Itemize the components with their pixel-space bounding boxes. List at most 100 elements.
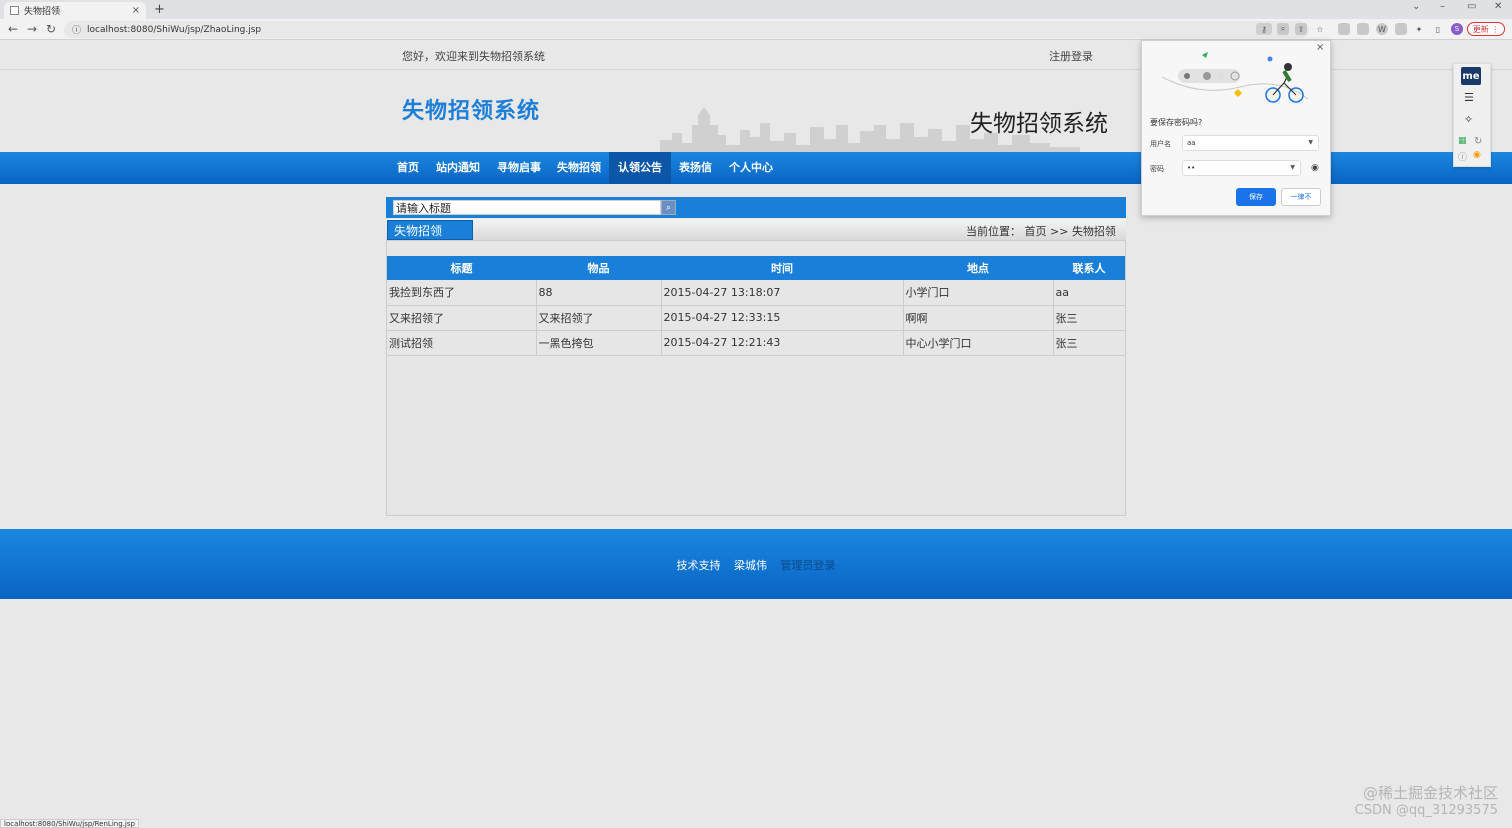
table-row[interactable]: 又来招领了 又来招领了 2015-04-27 12:33:15 啊啊 张三 (387, 305, 1125, 331)
found-items-table: 标题 物品 时间 地点 联系人 我捡到东西了 88 2015-04-27 13:… (387, 256, 1125, 356)
cell-contact: 张三 (1053, 330, 1125, 356)
tab-title: 失物招领 (24, 7, 61, 17)
password-select[interactable]: •• ▼ (1182, 160, 1301, 176)
puzzle-icon[interactable]: ✦ (1413, 23, 1425, 35)
spreadsheet-icon[interactable]: ▦ (1458, 136, 1467, 146)
admin-login-link[interactable]: 管理员登录 (781, 559, 836, 572)
search-input[interactable] (393, 200, 661, 215)
column-header-item: 物品 (536, 256, 661, 280)
never-save-button[interactable]: 一律不 (1281, 188, 1321, 206)
cell-time: 2015-04-27 12:21:43 (661, 330, 904, 356)
password-illustration (1161, 52, 1309, 103)
minimize-button[interactable]: – (1440, 1, 1445, 12)
close-window-button[interactable]: ✕ (1494, 1, 1502, 12)
welcome-text: 您好，欢迎来到失物招领系统 (402, 50, 545, 63)
update-button[interactable]: 更新 ⋮ (1467, 22, 1505, 36)
watermark: @稀土掘金技术社区 CSDN @qq_31293575 (1355, 784, 1498, 820)
wikipedia-extension-icon[interactable]: W (1376, 23, 1388, 35)
site-logo[interactable]: 失物招领系统 (402, 93, 540, 125)
reload-icon[interactable]: ↻ (46, 22, 56, 36)
me-badge[interactable]: me (1461, 67, 1481, 85)
breadcrumb: 当前位置： 首页 >> 失物招领 (966, 223, 1116, 239)
profile-avatar[interactable]: S (1451, 23, 1463, 35)
maximize-button[interactable]: ▭ (1467, 1, 1476, 12)
key-icon[interactable]: ⚷ (1256, 23, 1272, 35)
new-tab-button[interactable]: + (154, 2, 165, 17)
cell-contact: aa (1053, 280, 1125, 306)
browser-tab-bar (0, 0, 1512, 19)
show-password-icon[interactable]: ◉ (1311, 163, 1319, 173)
update-label: 更新 (1472, 24, 1489, 34)
breadcrumb-label: 当前位置： (966, 225, 1021, 238)
forward-icon[interactable]: → (27, 22, 37, 36)
site-info-icon[interactable]: ⓘ (72, 23, 81, 36)
status-bar-url: localhost:8080/ShiWu/jsp/RenLing.jsp (0, 819, 139, 828)
address-bar-row: ← → ↻ ⓘ localhost:8080/ShiWu/jsp/ZhaoLin… (0, 19, 1512, 40)
url-text: localhost:8080/ShiWu/jsp/ZhaoLing.jsp (87, 24, 262, 35)
table-row[interactable]: 测试招领 一黑色挎包 2015-04-27 12:21:43 中心小学门口 张三 (387, 330, 1125, 356)
search-icon: ⌕ (665, 202, 672, 213)
banner-title: 失物招领系统 (970, 111, 1108, 137)
magic-wand-icon[interactable]: ✧ (1464, 113, 1473, 126)
nav-item-notices[interactable]: 站内通知 (427, 152, 489, 184)
nav-item-personal-center[interactable]: 个人中心 (720, 152, 782, 184)
url-field[interactable]: ⓘ localhost:8080/ShiWu/jsp/ZhaoLing.jsp (64, 21, 1309, 38)
footer-links: 技术支持 梁城伟 管理员登录 (0, 557, 1512, 573)
popup-close-icon[interactable]: × (1316, 42, 1324, 53)
register-login-link[interactable]: 注册登录 (1049, 48, 1093, 64)
footer-support-label: 技术支持 (676, 559, 721, 572)
nav-item-found[interactable]: 失物招领 (548, 152, 610, 184)
zoom-icon[interactable]: ⌕ (1277, 23, 1289, 35)
cell-item: 一黑色挎包 (536, 330, 662, 356)
table-row[interactable]: 我捡到东西了 88 2015-04-27 13:18:07 小学门口 aa (387, 280, 1125, 306)
popup-title: 要保存密码吗? (1150, 118, 1203, 127)
column-header-time: 时间 (661, 256, 903, 280)
search-button[interactable]: ⌕ (661, 200, 676, 215)
username-select[interactable]: aa ▼ (1182, 135, 1319, 151)
menu-icon[interactable]: ☰ (1464, 91, 1474, 104)
cell-time: 2015-04-27 12:33:15 (661, 305, 904, 331)
browser-tab[interactable]: 失物招领 × (4, 2, 146, 19)
breadcrumb-home[interactable]: 首页 (1025, 225, 1047, 238)
cell-contact: 张三 (1053, 305, 1125, 331)
breadcrumb-current: 失物招领 (1071, 225, 1116, 238)
tab-search-icon[interactable]: ⌄ (1412, 1, 1420, 12)
nav-item-praise[interactable]: 表扬信 (670, 152, 721, 184)
save-password-button[interactable]: 保存 (1236, 188, 1276, 206)
column-header-location: 地点 (903, 256, 1053, 280)
password-label: 密码 (1150, 165, 1164, 173)
cell-item: 88 (536, 280, 662, 306)
refresh-icon[interactable]: ↻ (1474, 136, 1482, 147)
nav-item-home[interactable]: 首页 (388, 152, 428, 184)
share-icon[interactable]: ⇪ (1295, 23, 1307, 35)
cell-title[interactable]: 测试招领 (387, 330, 537, 356)
cell-title[interactable]: 又来招领了 (387, 305, 537, 331)
side-panel-icon[interactable]: ▯ (1432, 23, 1444, 35)
image-extension-icon[interactable] (1395, 23, 1407, 35)
section-title: 失物招领 (387, 220, 473, 240)
nav-item-claim-notice[interactable]: 认领公告 (609, 152, 671, 184)
eye-icon[interactable]: ◉ (1473, 150, 1481, 160)
info-icon[interactable]: ⓘ (1458, 150, 1467, 163)
back-icon[interactable]: ← (8, 22, 18, 36)
cell-location: 啊啊 (903, 305, 1054, 331)
favicon-icon (10, 6, 19, 15)
chevron-down-icon: ▼ (1290, 164, 1295, 171)
username-label: 用户名 (1150, 140, 1171, 148)
nav-item-lost-notice[interactable]: 寻物启事 (488, 152, 550, 184)
table-header-row: 标题 物品 时间 地点 联系人 (387, 256, 1125, 280)
tab-close-icon[interactable]: × (132, 5, 140, 16)
cell-title[interactable]: 我捡到东西了 (387, 280, 537, 306)
chevron-down-icon: ▼ (1308, 139, 1313, 146)
username-value: aa (1187, 139, 1196, 147)
footer-author: 梁城伟 (734, 559, 767, 572)
cell-location: 小学门口 (903, 280, 1054, 306)
watermark-line-1: @稀土掘金技术社区 (1362, 784, 1498, 802)
extension-icon[interactable] (1338, 23, 1350, 35)
bookmark-star-icon[interactable]: ☆ (1314, 23, 1326, 35)
watermark-line-2: CSDN @qq_31293575 (1354, 803, 1498, 818)
cell-time: 2015-04-27 13:18:07 (661, 280, 904, 306)
camera-icon[interactable] (1357, 23, 1369, 35)
breadcrumb-separator: >> (1050, 225, 1069, 238)
column-header-title: 标题 (387, 256, 536, 280)
